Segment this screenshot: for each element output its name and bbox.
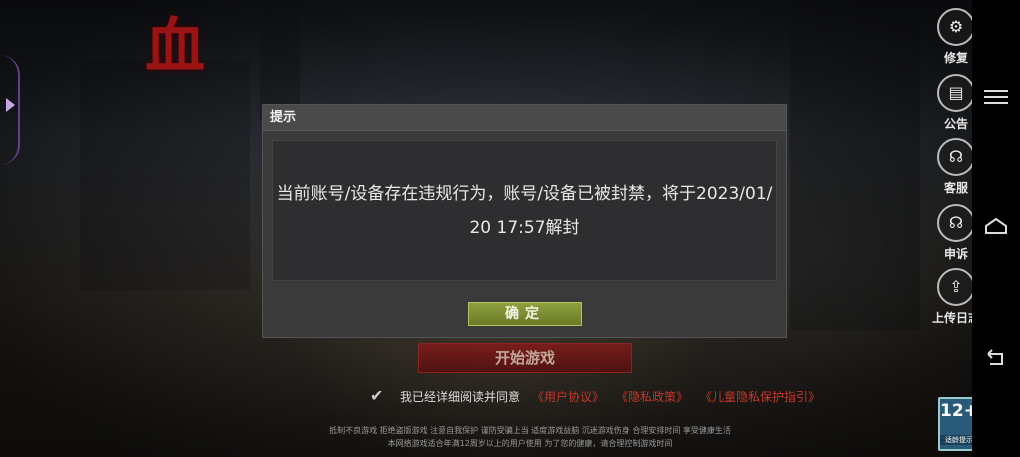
system-navigation-bar	[972, 0, 1020, 457]
confirm-button[interactable]: 确定	[468, 302, 582, 326]
menu-icon[interactable]	[984, 86, 1008, 106]
home-icon[interactable]	[984, 216, 1008, 236]
dialog-message: 当前账号/设备存在违规行为，账号/设备已被封禁，将于2023/01/20 17:…	[276, 183, 773, 238]
dialog-body: 当前账号/设备存在违规行为，账号/设备已被封禁，将于2023/01/20 17:…	[272, 140, 777, 281]
ban-notice-dialog: 提示 当前账号/设备存在违规行为，账号/设备已被封禁，将于2023/01/20 …	[262, 104, 787, 338]
dialog-title: 提示	[263, 105, 786, 131]
modal-overlay: 提示 当前账号/设备存在违规行为，账号/设备已被封禁，将于2023/01/20 …	[0, 0, 972, 457]
back-icon[interactable]	[984, 348, 1008, 368]
